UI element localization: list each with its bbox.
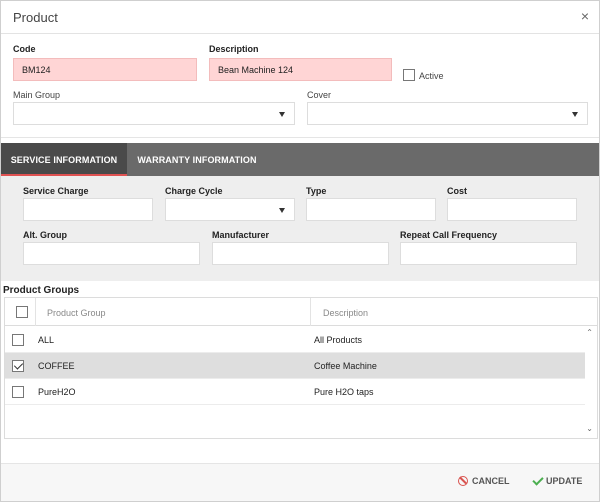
row-checkbox[interactable] — [12, 386, 24, 398]
scroll-down-icon[interactable]: ⌄ — [586, 424, 593, 433]
cancel-icon — [458, 476, 468, 486]
description-input[interactable]: Bean Machine 124 — [209, 58, 392, 81]
section-divider — [1, 137, 599, 138]
select-all-checkbox[interactable] — [16, 306, 28, 318]
charge-cycle-select[interactable] — [165, 198, 295, 221]
charge-cycle-label: Charge Cycle — [165, 186, 223, 196]
cost-input[interactable] — [447, 198, 577, 221]
scroll-up-icon[interactable]: ⌃ — [586, 328, 593, 337]
tab-bar: SERVICE INFORMATION WARRANTY INFORMATION — [1, 143, 599, 176]
repeat-call-frequency-label: Repeat Call Frequency — [400, 230, 498, 240]
type-label: Type — [306, 186, 327, 196]
column-separator — [310, 298, 311, 326]
tab-service-information[interactable]: SERVICE INFORMATION — [1, 143, 127, 176]
update-button-label: UPDATE — [546, 476, 583, 486]
grid-header: Product Group Description — [5, 298, 597, 326]
manufacturer-input[interactable] — [212, 242, 389, 265]
cancel-button[interactable]: CANCEL — [458, 476, 510, 486]
update-button[interactable]: UPDATE — [532, 476, 582, 486]
table-row[interactable]: PureH2O Pure H2O taps — [5, 379, 585, 405]
row-product-group: ALL — [38, 335, 55, 345]
main-group-label: Main Group — [13, 90, 61, 100]
type-input[interactable] — [306, 198, 436, 221]
active-label: Active — [419, 71, 444, 81]
code-label: Code — [13, 44, 36, 54]
cost-label: Cost — [447, 186, 467, 196]
manufacturer-label: Manufacturer — [212, 230, 270, 240]
row-description: All Products — [314, 335, 363, 345]
service-information-panel: Service Charge Charge Cycle Type Cost Al… — [1, 176, 599, 281]
main-group-select[interactable] — [13, 102, 295, 125]
row-description: Coffee Machine — [314, 361, 377, 371]
product-dialog: Product × Code BM124 Description Bean Ma… — [0, 0, 600, 502]
active-checkbox[interactable] — [403, 69, 415, 81]
cancel-button-label: CANCEL — [472, 476, 510, 486]
table-row[interactable]: COFFEE Coffee Machine — [5, 353, 585, 379]
cover-select[interactable] — [307, 102, 588, 125]
table-row[interactable]: ALL All Products — [5, 327, 585, 353]
column-separator — [35, 298, 36, 326]
repeat-call-frequency-input[interactable] — [400, 242, 577, 265]
alt-group-label: Alt. Group — [23, 230, 67, 240]
check-icon — [532, 476, 542, 486]
chevron-down-icon — [279, 112, 285, 117]
column-header-description[interactable]: Description — [323, 308, 368, 318]
close-icon[interactable]: × — [581, 9, 589, 23]
tab-warranty-information[interactable]: WARRANTY INFORMATION — [127, 143, 267, 176]
row-product-group: PureH2O — [38, 387, 76, 397]
product-groups-title: Product Groups — [3, 285, 80, 296]
service-charge-label: Service Charge — [23, 186, 89, 196]
dialog-title: Product — [13, 10, 58, 25]
row-description: Pure H2O taps — [314, 387, 374, 397]
row-checkbox[interactable] — [12, 334, 24, 346]
column-header-product-group[interactable]: Product Group — [47, 308, 106, 318]
service-charge-input[interactable] — [23, 198, 153, 221]
row-product-group: COFFEE — [38, 361, 75, 371]
description-label: Description — [209, 44, 259, 54]
row-checkbox[interactable] — [12, 360, 24, 372]
chevron-down-icon — [279, 208, 285, 213]
alt-group-input[interactable] — [23, 242, 200, 265]
dialog-footer: CANCEL UPDATE — [1, 463, 599, 501]
dialog-titlebar: Product × — [1, 1, 599, 34]
product-groups-grid: Product Group Description ALL All Produc… — [4, 297, 598, 439]
code-input[interactable]: BM124 — [13, 58, 197, 81]
cover-label: Cover — [307, 90, 332, 100]
chevron-down-icon — [572, 112, 578, 117]
